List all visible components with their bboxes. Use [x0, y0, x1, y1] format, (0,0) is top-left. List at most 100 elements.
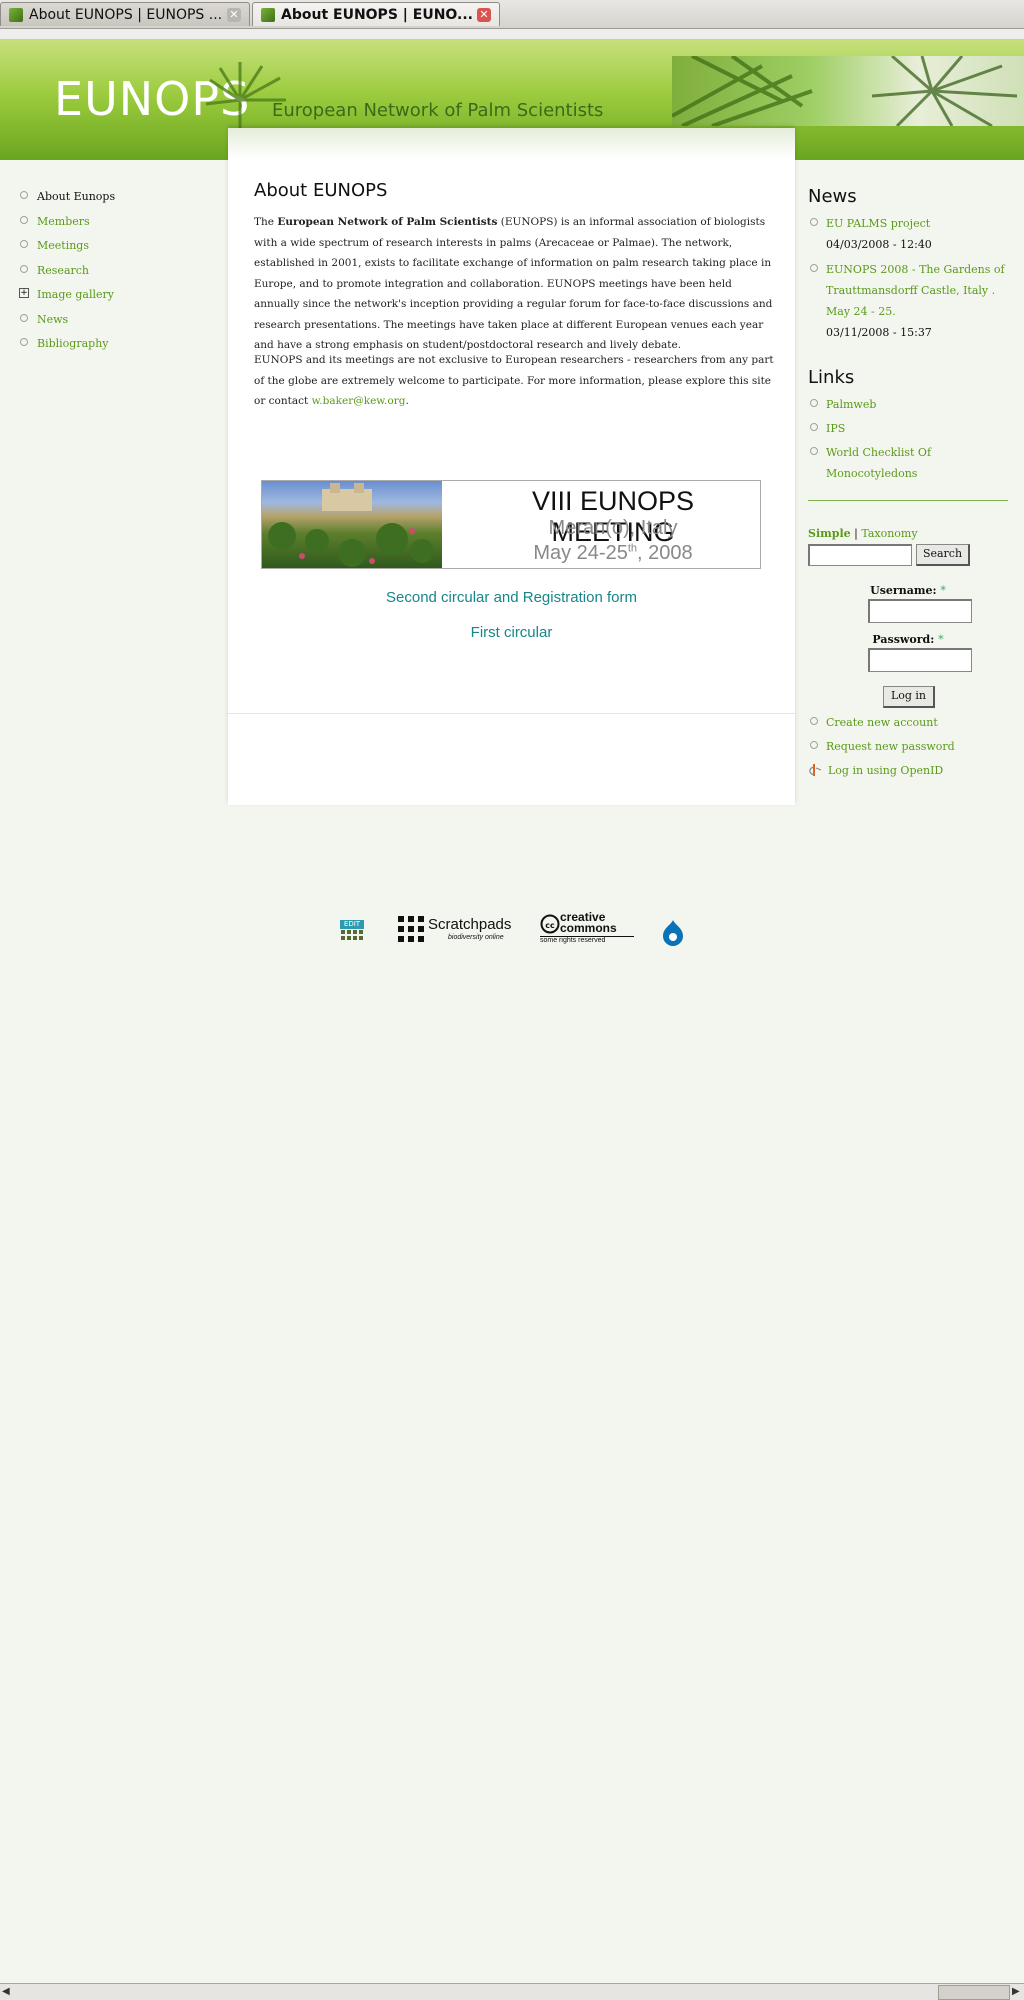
scrollbar-thumb[interactable]: [938, 1985, 1010, 2000]
sidebar-item-label: Members: [37, 214, 90, 228]
sidebar-item-label: Image gallery: [37, 288, 114, 301]
drupal-logo[interactable]: [662, 920, 684, 946]
tab-label: About EUNOPS | EUNO...: [281, 7, 473, 23]
edit-logo-text: EDIT: [340, 920, 364, 929]
sidebar-item-about-eunops[interactable]: About Eunops: [18, 186, 218, 211]
creative-commons-logo[interactable]: cc creative commons some rights reserved: [540, 910, 634, 946]
news-date: 04/03/2008 - 12:40: [826, 238, 932, 251]
sidebar-item-news[interactable]: News: [18, 309, 218, 334]
search-input[interactable]: [808, 544, 912, 566]
sidebar-item-label: Meetings: [37, 239, 89, 252]
bullet-icon: [810, 447, 818, 455]
bullet-icon: [20, 338, 28, 346]
sidebar-item-meetings[interactable]: Meetings: [18, 235, 218, 260]
scratchpads-subtext: biodiversity online: [448, 934, 504, 941]
sidebar-item-image-gallery[interactable]: + Image gallery: [18, 284, 218, 309]
search-button[interactable]: Search: [916, 544, 970, 566]
link-item-ips[interactable]: IPS: [808, 418, 1008, 439]
sidebar-nav: About Eunops Members Meetings Research +…: [18, 186, 218, 358]
banner-date-main: May 24-25: [533, 542, 628, 564]
header-palm-photo: [672, 56, 1024, 126]
scratchpads-text: Scratchpads: [428, 916, 512, 933]
request-password-link[interactable]: Request new password: [808, 736, 1008, 757]
cc-text: creative commons: [560, 910, 617, 935]
username-label: Username: *: [808, 584, 1008, 597]
openid-icon: [809, 764, 822, 776]
bullet-icon: [20, 264, 28, 273]
toolbar-strip: [0, 29, 1024, 40]
link-label[interactable]: Log in using OpenID: [828, 764, 943, 777]
first-circular-link[interactable]: First circular: [228, 624, 795, 641]
second-circular-link[interactable]: Second circular and Registration form: [228, 589, 795, 606]
banner-date: May 24-25th, 2008: [478, 542, 748, 565]
svg-text:cc: cc: [545, 921, 555, 930]
search-tab-simple[interactable]: Simple: [808, 527, 851, 540]
browser-tab-1[interactable]: About EUNOPS | EUNOPS ... ✕: [0, 2, 250, 26]
search-form: Search: [808, 544, 1008, 570]
browser-tab-bar: About EUNOPS | EUNOPS ... ✕ About EUNOPS…: [0, 0, 1024, 29]
banner-date-sup: th: [627, 542, 638, 555]
link-label[interactable]: World Checklist Of Monocotyledons: [826, 446, 931, 480]
link-label[interactable]: IPS: [826, 422, 845, 435]
bullet-icon: [810, 423, 818, 431]
bullet-icon: [810, 218, 818, 226]
cc-icon: cc: [540, 914, 560, 934]
search-tabs: Simple | Taxonomy: [808, 527, 1008, 540]
sidebar-item-label: About Eunops: [37, 190, 116, 203]
scratchpads-logo[interactable]: Scratchpads biodiversity online: [398, 914, 512, 944]
meeting-banner[interactable]: VIII EUNOPS MEETING Meran(o), Italy May …: [261, 480, 761, 569]
required-mark: *: [940, 584, 946, 597]
scratchpads-grid-icon: [398, 916, 424, 942]
banner-date-year: , 2008: [637, 542, 693, 564]
username-field[interactable]: [868, 599, 972, 623]
expand-plus-icon[interactable]: +: [19, 288, 29, 298]
sidebar-divider: [808, 500, 1008, 501]
password-label-text: Password:: [872, 633, 935, 646]
meeting-photo: [262, 481, 442, 568]
sidebar-item-members[interactable]: Members: [18, 211, 218, 236]
required-mark: *: [938, 633, 944, 646]
sidebar-item-label: Research: [37, 263, 90, 277]
bullet-icon: [20, 191, 28, 199]
browser-tab-2[interactable]: About EUNOPS | EUNO... ✕: [252, 2, 500, 26]
link-item-world-checklist[interactable]: World Checklist Of Monocotyledons: [808, 442, 1008, 484]
para-text: (EUNOPS) is an informal association of b…: [254, 216, 773, 351]
sidebar-item-label: News: [37, 312, 69, 326]
password-label: Password: *: [808, 633, 1008, 646]
sidebar-item-research[interactable]: Research: [18, 260, 218, 285]
bullet-icon: [20, 240, 28, 248]
content-top-fade: [228, 128, 795, 158]
link-label[interactable]: Palmweb: [826, 398, 876, 411]
create-account-link[interactable]: Create new account: [808, 712, 1008, 733]
bullet-icon: [810, 264, 818, 272]
para-bold-text: European Network of Palm Scientists: [277, 216, 498, 228]
sidebar-item-label: Bibliography: [37, 337, 109, 350]
intro-paragraph: The European Network of Palm Scientists …: [254, 212, 774, 356]
news-title[interactable]: EU PALMS project: [826, 217, 930, 230]
scroll-right-arrow-icon[interactable]: ▶: [1012, 1986, 1020, 1997]
close-icon[interactable]: ✕: [227, 8, 241, 22]
search-tab-taxonomy[interactable]: Taxonomy: [861, 527, 917, 540]
horizontal-scrollbar[interactable]: ◀ ▶: [0, 1983, 1024, 2000]
link-label[interactable]: Create new account: [826, 716, 938, 729]
close-icon[interactable]: ✕: [477, 8, 491, 22]
openid-login-link[interactable]: Log in using OpenID: [808, 760, 1008, 781]
link-item-palmweb[interactable]: Palmweb: [808, 394, 1008, 415]
password-field[interactable]: [868, 648, 972, 672]
link-label[interactable]: Request new password: [826, 740, 955, 753]
content-divider: [228, 713, 795, 714]
page-title: About EUNOPS: [254, 180, 388, 201]
right-sidebar: News EU PALMS project 04/03/2008 - 12:40…: [808, 186, 1008, 781]
sidebar-item-bibliography[interactable]: Bibliography: [18, 333, 218, 358]
contact-email-link[interactable]: w.baker@kew.org: [312, 395, 406, 407]
scroll-left-arrow-icon[interactable]: ◀: [2, 1986, 10, 1997]
news-item[interactable]: EU PALMS project: [808, 213, 1008, 234]
news-item[interactable]: EUNOPS 2008 - The Gardens of Trauttmansd…: [808, 259, 1008, 322]
login-button[interactable]: Log in: [883, 686, 935, 708]
search-tab-separator: |: [854, 527, 858, 540]
footer-logos: EDIT Scratchpads biodiversity online cc …: [0, 908, 1024, 948]
edit-logo[interactable]: EDIT: [340, 920, 364, 944]
news-title[interactable]: EUNOPS 2008 - The Gardens of Trauttmansd…: [826, 263, 1005, 318]
bullet-icon: [20, 313, 28, 322]
bullet-icon: [810, 717, 818, 725]
